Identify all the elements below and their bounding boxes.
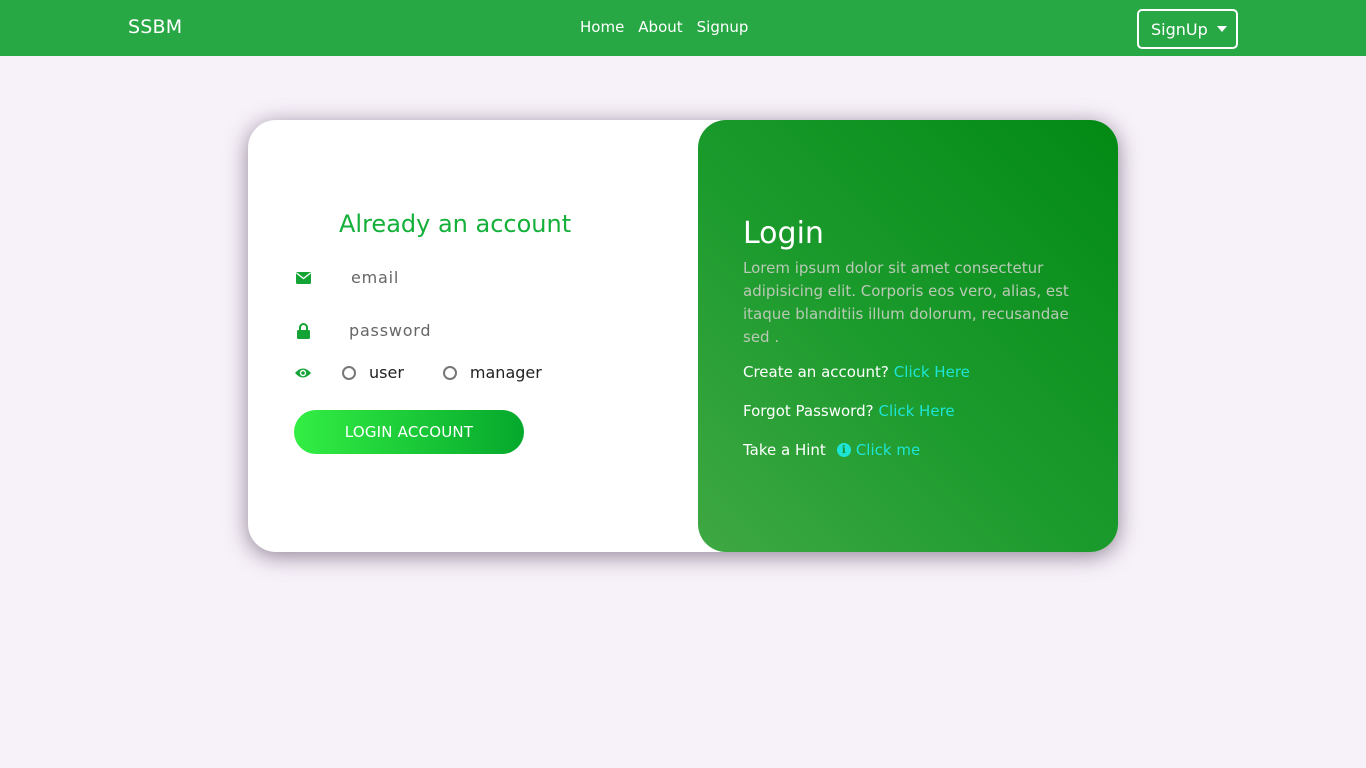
login-card: Already an account user xyxy=(248,120,1118,552)
nav-links: Home About Signup xyxy=(580,18,748,36)
nav-link-home[interactable]: Home xyxy=(580,18,624,36)
forgot-password-line: Forgot Password? Click Here xyxy=(743,402,955,420)
info-icon: i xyxy=(836,443,851,457)
forgot-password-link[interactable]: Click Here xyxy=(879,402,955,420)
info-panel: Login Lorem ipsum dolor sit amet consect… xyxy=(698,120,1118,552)
navbar: SSBM Home About Signup SignUp xyxy=(0,0,1366,56)
signup-dropdown-label: SignUp xyxy=(1151,19,1208,39)
password-field[interactable] xyxy=(349,321,589,340)
email-row xyxy=(293,268,591,287)
create-account-link[interactable]: Click Here xyxy=(894,363,970,381)
caret-down-icon xyxy=(1217,26,1227,32)
radio-manager-label: manager xyxy=(469,363,542,382)
brand-logo[interactable]: SSBM xyxy=(128,16,182,38)
hint-link[interactable]: Click me xyxy=(856,441,920,459)
signup-dropdown-button[interactable]: SignUp xyxy=(1137,9,1238,49)
role-selector: user manager xyxy=(293,363,542,382)
nav-link-about[interactable]: About xyxy=(638,18,682,36)
envelope-icon xyxy=(293,269,313,287)
radio-user[interactable] xyxy=(342,365,356,380)
form-title: Already an account xyxy=(339,210,572,238)
password-row xyxy=(293,321,589,340)
hint-text: Take a Hint xyxy=(743,441,826,459)
radio-user-label: user xyxy=(369,363,404,382)
radio-manager[interactable] xyxy=(442,365,457,380)
lock-icon xyxy=(293,322,313,340)
create-account-text: Create an account? xyxy=(743,363,889,381)
hint-line: Take a Hint i Click me xyxy=(743,441,920,459)
nav-link-signup[interactable]: Signup xyxy=(697,18,749,36)
login-account-button[interactable]: LOGIN ACCOUNT xyxy=(294,410,524,454)
forgot-password-text: Forgot Password? xyxy=(743,402,874,420)
panel-description: Lorem ipsum dolor sit amet consectetur a… xyxy=(743,259,1069,346)
create-account-line: Create an account? Click Here xyxy=(743,363,970,381)
panel-title: Login xyxy=(743,216,824,251)
email-field[interactable] xyxy=(351,268,591,287)
eye-icon xyxy=(293,364,313,382)
